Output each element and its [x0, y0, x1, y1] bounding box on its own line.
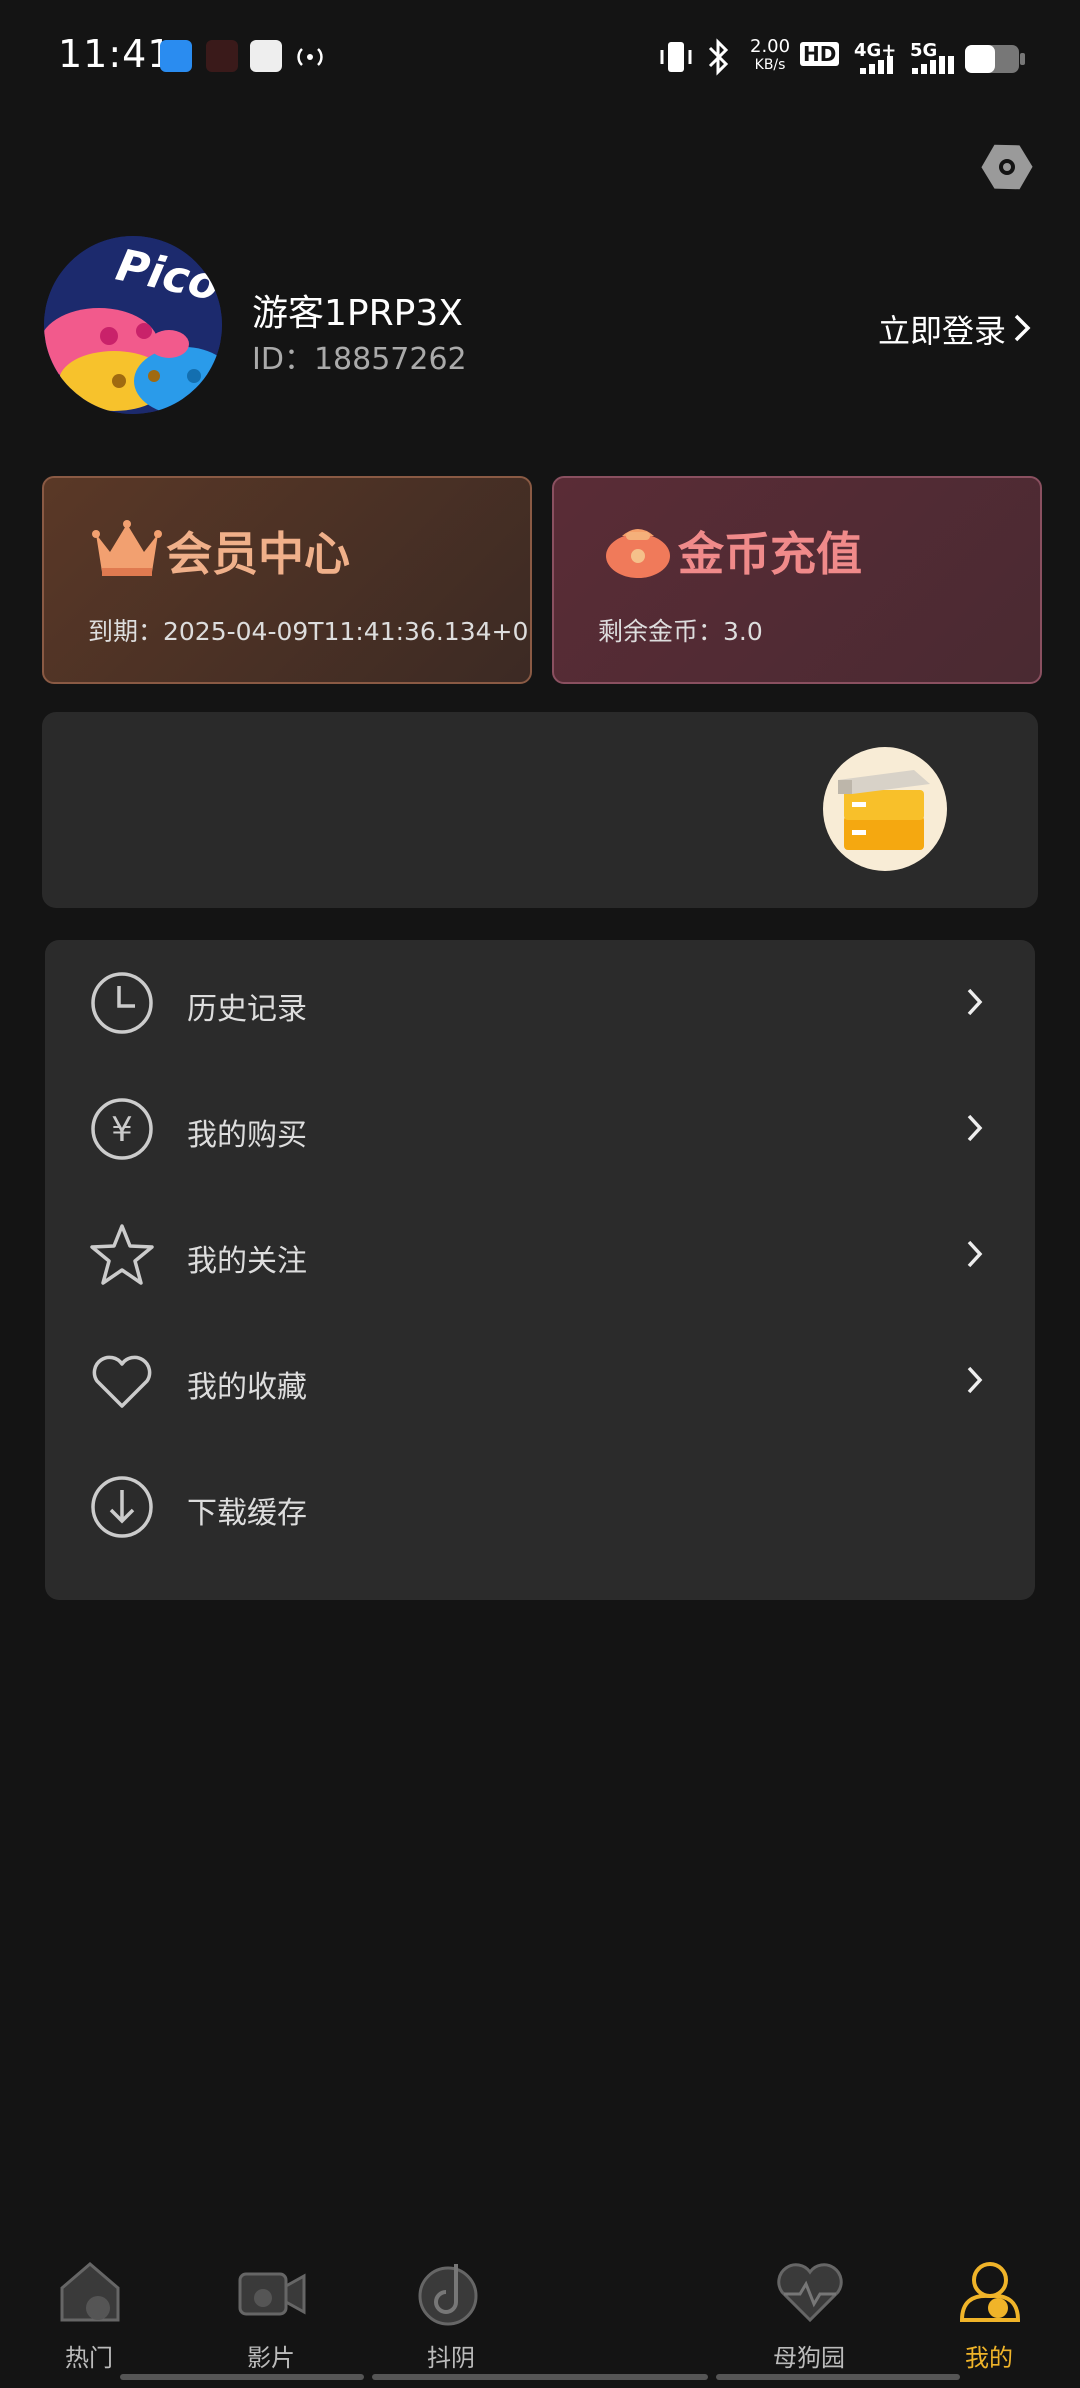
heart-pulse-icon [777, 2263, 843, 2323]
vip-expiry-text: 到期：2025-04-09T11:41:36.134+08 [88, 617, 528, 646]
nav-indicator [372, 2374, 708, 2380]
home-icon [60, 2262, 120, 2322]
menu-list: 历史记录 ¥ 我的购买 我的关注 我的收藏 下载缓存 [45, 940, 1035, 1600]
status-bar: 11:41 2.00 KB/s HD 4G+ 5G [0, 0, 1080, 120]
hd-badge: HD [800, 42, 840, 66]
menu-item-favorites[interactable]: 我的收藏 [45, 1318, 1035, 1444]
user-id: ID：18857262 [252, 342, 467, 377]
chevron-right-icon [967, 1114, 983, 1142]
banner[interactable] [42, 712, 1038, 908]
crown-icon [92, 520, 162, 576]
nav-label: 我的 [965, 2344, 1013, 2372]
bluetooth-icon [708, 38, 729, 76]
music-note-icon [418, 2264, 478, 2326]
hotspot-icon [297, 48, 323, 66]
nav-item-me[interactable]: 我的 [924, 2240, 1054, 2372]
app-notification-icon [160, 40, 192, 72]
menu-item-purchases[interactable]: ¥ 我的购买 [45, 1066, 1035, 1192]
signal-icon [912, 56, 954, 74]
clock-icon [91, 972, 153, 1034]
star-icon [90, 1224, 154, 1285]
app-notification-icon [206, 40, 238, 72]
coin-recharge-card[interactable]: 金币充值 剩余金币：3.0 [552, 476, 1042, 684]
avatar[interactable]: Pico [44, 236, 222, 414]
bottom-nav: 热门 影片 抖阴 母狗园 我的 [0, 2240, 1080, 2388]
nav-item-dog-garden[interactable]: 母狗园 [744, 2240, 874, 2372]
nav-indicator [716, 2374, 960, 2380]
video-icon [238, 2272, 306, 2316]
chevron-right-icon [967, 1240, 983, 1268]
yen-icon: ¥ [91, 1098, 153, 1160]
nav-label: 影片 [247, 2344, 295, 2372]
menu-item-downloads[interactable]: 下载缓存 [45, 1444, 1035, 1570]
menu-item-label: 我的购买 [187, 1118, 307, 1153]
chevron-right-icon[interactable] [1012, 312, 1034, 344]
app-notification-icon [250, 40, 282, 72]
download-icon [91, 1476, 153, 1538]
login-button[interactable]: 立即登录 [878, 306, 1006, 352]
coin-card-title: 金币充值 [678, 527, 862, 581]
profile-icon [959, 2262, 1021, 2322]
nav-label: 抖阴 [427, 2344, 475, 2372]
menu-item-history[interactable]: 历史记录 [45, 940, 1035, 1066]
menu-item-following[interactable]: 我的关注 [45, 1192, 1035, 1318]
vip-card-title: 会员中心 [166, 527, 350, 581]
network-speed: 2.00 KB/s [750, 36, 791, 74]
vibrate-icon [660, 42, 692, 72]
menu-item-label: 下载缓存 [187, 1496, 307, 1531]
treasure-box-icon [823, 747, 947, 871]
money-bag-icon [606, 529, 670, 578]
nav-item-douyin[interactable]: 抖阴 [386, 2240, 516, 2372]
vip-center-card[interactable]: 会员中心 到期：2025-04-09T11:41:36.134+08 [42, 476, 532, 684]
nav-label: 热门 [65, 2344, 113, 2372]
nav-label: 母狗园 [773, 2344, 845, 2372]
nav-item-hot[interactable]: 热门 [24, 2240, 154, 2372]
menu-item-label: 我的关注 [187, 1244, 307, 1279]
battery-icon [965, 45, 1025, 73]
chevron-right-icon [967, 988, 983, 1016]
nav-indicator [120, 2374, 364, 2380]
username: 游客1PRP3X [252, 293, 463, 334]
svg-text:¥: ¥ [111, 1110, 133, 1150]
menu-item-label: 我的收藏 [187, 1370, 307, 1405]
signal-icon [860, 56, 893, 74]
heart-icon [92, 1355, 152, 1408]
nav-item-movies[interactable]: 影片 [206, 2240, 336, 2372]
settings-icon[interactable] [980, 140, 1034, 194]
chevron-right-icon [967, 1366, 983, 1394]
coin-balance-text: 剩余金币：3.0 [598, 617, 763, 646]
status-time: 11:41 [58, 32, 173, 76]
menu-item-label: 历史记录 [187, 992, 307, 1027]
